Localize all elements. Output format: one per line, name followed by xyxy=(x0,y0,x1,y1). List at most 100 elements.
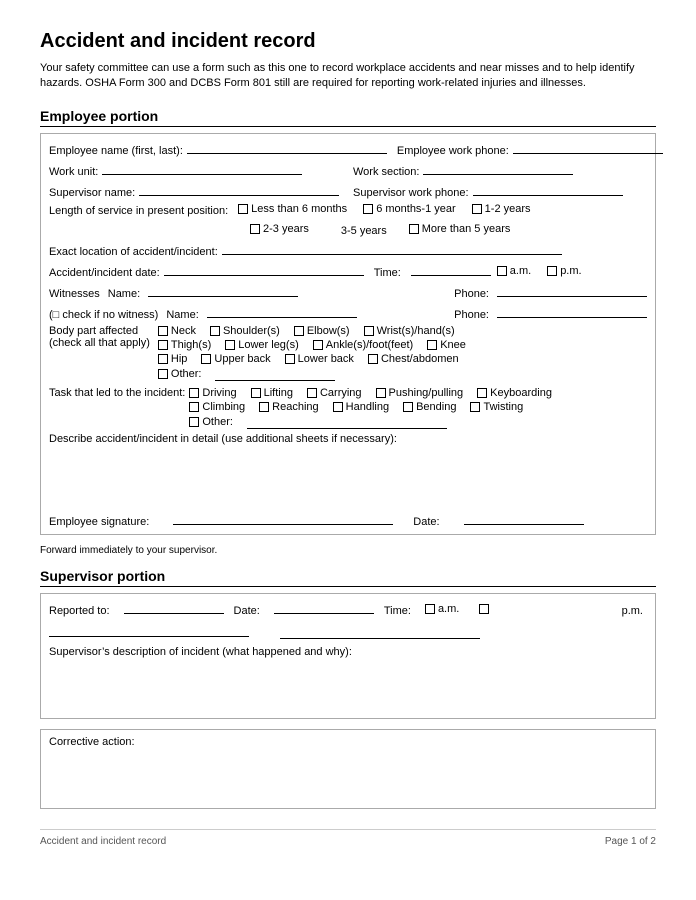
sig-date-label: Date: xyxy=(413,516,439,528)
task-driving[interactable]: Driving xyxy=(189,387,236,399)
location-field[interactable] xyxy=(222,241,562,255)
sup-date-field2[interactable] xyxy=(280,625,480,639)
task-keyboarding[interactable]: Keyboarding xyxy=(477,387,552,399)
sup-pm-box[interactable] xyxy=(479,604,489,614)
describe-label: Describe accident/incident in detail (us… xyxy=(49,433,647,445)
bp-other-field[interactable] xyxy=(215,367,335,381)
work-unit-row: Work unit: Work section: xyxy=(49,161,647,178)
bp-chest[interactable]: Chest/abdomen xyxy=(368,353,459,365)
bp-ankle[interactable]: Ankle(s)/foot(feet) xyxy=(313,339,413,351)
supervisor-name-field[interactable] xyxy=(139,182,339,196)
bp-upperback[interactable]: Upper back xyxy=(201,353,270,365)
task-bending[interactable]: Bending xyxy=(403,401,456,413)
bp-hip[interactable]: Hip xyxy=(158,353,188,365)
supervisor-phone-col: Supervisor work phone: xyxy=(353,182,647,199)
length-less-6mo[interactable]: Less than 6 months xyxy=(238,203,347,215)
employee-section-heading: Employee portion xyxy=(40,108,656,127)
length-6mo-1yr-box[interactable] xyxy=(363,204,373,214)
work-unit-field[interactable] xyxy=(102,161,302,175)
body-row-3: Hip Upper back Lower back Chest/abdomen xyxy=(158,353,476,365)
length-1-2yr[interactable]: 1-2 years xyxy=(472,203,531,215)
length-2-3yr-box[interactable] xyxy=(250,224,260,234)
task-label: Task that led to the incident: xyxy=(49,387,185,399)
length-less-6mo-box[interactable] xyxy=(238,204,248,214)
task-lifting[interactable]: Lifting xyxy=(251,387,293,399)
work-section-field[interactable] xyxy=(423,161,573,175)
bp-shoulder[interactable]: Shoulder(s) xyxy=(210,325,280,337)
bp-other[interactable]: Other: xyxy=(158,368,202,380)
bp-thigh[interactable]: Thigh(s) xyxy=(158,339,211,351)
forward-note: Forward immediately to your supervisor. xyxy=(40,545,656,556)
bp-lowerback[interactable]: Lower back xyxy=(285,353,354,365)
signature-field[interactable] xyxy=(173,511,393,525)
sup-date-field[interactable] xyxy=(274,600,374,614)
reported-to-field[interactable] xyxy=(124,600,224,614)
bp-elbow[interactable]: Elbow(s) xyxy=(294,325,350,337)
body-part-section: Body part affected (check all that apply… xyxy=(49,325,647,383)
name2-label: Name: xyxy=(166,309,198,321)
sup-date-label: Date: xyxy=(234,605,260,617)
work-unit-col: Work unit: xyxy=(49,161,343,178)
task-other-field[interactable] xyxy=(247,415,447,429)
body-row-2: Thigh(s) Lower leg(s) Ankle(s)/foot(feet… xyxy=(158,339,476,351)
reported-to-field2[interactable] xyxy=(49,623,249,637)
bp-lowerleg[interactable]: Lower leg(s) xyxy=(225,339,299,351)
pm-checkbox[interactable]: p.m. xyxy=(547,265,581,277)
witnesses-col: Witnesses Name: xyxy=(49,283,444,300)
bp-neck[interactable]: Neck xyxy=(158,325,196,337)
task-twisting[interactable]: Twisting xyxy=(470,401,523,413)
employee-name-field[interactable] xyxy=(187,140,387,154)
pm-box[interactable] xyxy=(547,266,557,276)
supervisor-name-label: Supervisor name: xyxy=(49,187,135,199)
body-part-header: Body part affected (check all that apply… xyxy=(49,325,647,383)
sup-description-field[interactable] xyxy=(49,662,647,712)
length-1-2yr-box[interactable] xyxy=(472,204,482,214)
describe-field[interactable] xyxy=(49,445,647,505)
am-box[interactable] xyxy=(497,266,507,276)
date-time-row: Accident/incident date: Time: a.m. p.m. xyxy=(49,262,647,279)
am-checkbox[interactable]: a.m. xyxy=(497,265,531,277)
task-row: Task that led to the incident: Driving L… xyxy=(49,387,647,429)
task-handling[interactable]: Handling xyxy=(333,401,389,413)
task-pushing[interactable]: Pushing/pulling xyxy=(376,387,464,399)
bp-wrist[interactable]: Wrist(s)/hand(s) xyxy=(364,325,455,337)
length-service-row: Length of service in present position: L… xyxy=(49,203,647,237)
task-climbing[interactable]: Climbing xyxy=(189,401,245,413)
task-checkboxes: Driving Lifting Carrying Pushing/pulling… xyxy=(189,387,562,429)
length-2-3yr[interactable]: 2-3 years xyxy=(250,223,309,235)
page-title: Accident and incident record xyxy=(40,30,656,53)
work-section-col: Work section: xyxy=(353,161,647,178)
witnesses-row1: Witnesses Name: Phone: xyxy=(49,283,647,300)
task-reaching[interactable]: Reaching xyxy=(259,401,318,413)
supervisor-section-heading: Supervisor portion xyxy=(40,568,656,587)
employee-name-label: Employee name (first, last): xyxy=(49,145,183,157)
employee-phone-field[interactable] xyxy=(513,140,663,154)
task-section: Task that led to the incident: Driving L… xyxy=(49,387,647,429)
supervisor-phone-field[interactable] xyxy=(473,182,623,196)
corrective-label: Corrective action: xyxy=(49,736,647,748)
phone1-label: Phone: xyxy=(454,288,489,300)
sup-am-box[interactable] xyxy=(425,604,435,614)
task-other[interactable]: Other: xyxy=(189,416,233,428)
incident-date-field[interactable] xyxy=(164,262,364,276)
witnesses-row2: (□ check if no witness) Name: Phone: xyxy=(49,304,647,321)
length-more-5yr-box[interactable] xyxy=(409,224,419,234)
corrective-box: Corrective action: xyxy=(40,729,656,809)
no-witness-label: (□ check if no witness) xyxy=(49,309,158,321)
employee-phone-label: Employee work phone: xyxy=(397,145,509,157)
intro-text: Your safety committee can use a form suc… xyxy=(40,61,656,92)
length-6mo-1yr[interactable]: 6 months-1 year xyxy=(363,203,455,215)
witness2-phone-field[interactable] xyxy=(497,304,647,318)
sig-date-field[interactable] xyxy=(464,511,584,525)
sup-pm-checkbox[interactable] xyxy=(479,604,489,614)
sup-description-label: Supervisor’s description of incident (wh… xyxy=(49,646,647,658)
task-carrying[interactable]: Carrying xyxy=(307,387,362,399)
signature-label: Employee signature: xyxy=(49,516,149,528)
sup-am-checkbox[interactable]: a.m. xyxy=(425,603,459,615)
length-more-5yr[interactable]: More than 5 years xyxy=(409,223,511,235)
witness1-name-field[interactable] xyxy=(148,283,298,297)
incident-time-field[interactable] xyxy=(411,262,491,276)
witness2-name-field[interactable] xyxy=(207,304,357,318)
witness1-phone-field[interactable] xyxy=(497,283,647,297)
bp-knee[interactable]: Knee xyxy=(427,339,466,351)
